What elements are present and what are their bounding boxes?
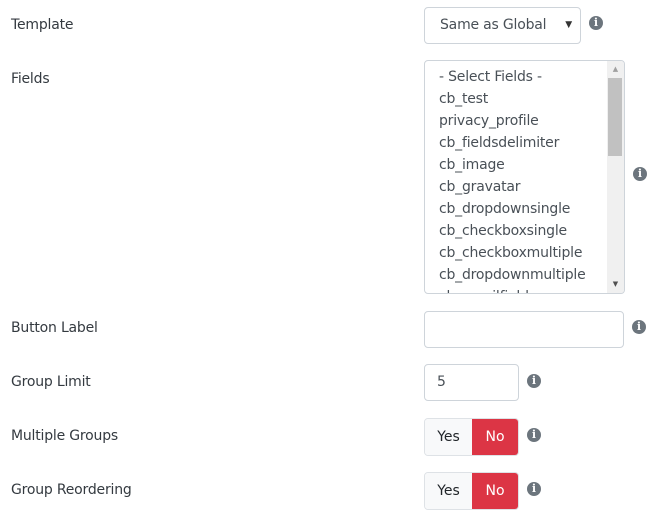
- group-reordering-label: Group Reordering: [11, 482, 132, 498]
- fields-option[interactable]: cb_dropdownsingle: [439, 198, 586, 220]
- button-label-label: Button Label: [11, 320, 98, 336]
- fields-options: - Select Fields - cb_test privacy_profil…: [439, 66, 586, 293]
- multiple-groups-yes-button[interactable]: Yes: [425, 419, 472, 455]
- multiple-groups-no-button[interactable]: No: [472, 419, 518, 455]
- group-reordering-toggle: Yes No: [424, 472, 519, 510]
- group-limit-value: 5: [437, 374, 446, 390]
- group-reordering-no-button[interactable]: No: [472, 473, 518, 509]
- fields-option[interactable]: cb_dropdownmultiple: [439, 264, 586, 286]
- scrollbar-thumb[interactable]: [608, 78, 622, 156]
- template-label: Template: [11, 17, 74, 33]
- fields-option[interactable]: cb_checkboxsingle: [439, 220, 586, 242]
- info-icon[interactable]: i: [589, 16, 603, 30]
- chevron-down-icon: ▼: [565, 20, 572, 30]
- multiple-groups-label: Multiple Groups: [11, 428, 118, 444]
- fields-option[interactable]: cb_test: [439, 88, 586, 110]
- info-icon[interactable]: i: [632, 320, 646, 334]
- fields-scrollbar[interactable]: ▲ ▼: [607, 61, 624, 293]
- template-select[interactable]: Same as Global ▼: [424, 7, 581, 44]
- template-selected-value: Same as Global: [440, 17, 547, 33]
- fields-multiselect[interactable]: - Select Fields - cb_test privacy_profil…: [424, 60, 625, 294]
- fields-option[interactable]: cb_emailfield: [439, 286, 586, 293]
- fields-option[interactable]: privacy_profile: [439, 110, 586, 132]
- fields-option[interactable]: cb_gravatar: [439, 176, 586, 198]
- group-reordering-yes-button[interactable]: Yes: [425, 473, 472, 509]
- info-icon[interactable]: i: [633, 167, 647, 181]
- info-icon[interactable]: i: [527, 482, 541, 496]
- multiple-groups-toggle: Yes No: [424, 418, 519, 456]
- multiple-groups-row: Multiple Groups: [0, 418, 660, 458]
- group-reordering-row: Group Reordering: [0, 472, 660, 512]
- fields-option[interactable]: cb_image: [439, 154, 586, 176]
- fields-option[interactable]: cb_fieldsdelimiter: [439, 132, 586, 154]
- scroll-down-arrow-icon[interactable]: ▼: [607, 276, 624, 293]
- group-limit-label: Group Limit: [11, 374, 91, 390]
- template-row: Template Same as Global ▼ i: [0, 0, 660, 50]
- info-icon[interactable]: i: [527, 428, 541, 442]
- button-label-input[interactable]: [424, 311, 624, 348]
- info-icon[interactable]: i: [527, 374, 541, 388]
- group-limit-input[interactable]: 5: [424, 364, 519, 401]
- fields-option[interactable]: - Select Fields -: [439, 66, 586, 88]
- fields-option[interactable]: cb_checkboxmultiple: [439, 242, 586, 264]
- fields-label: Fields: [11, 71, 50, 87]
- group-limit-row: Group Limit: [0, 364, 660, 404]
- scroll-up-arrow-icon[interactable]: ▲: [607, 61, 624, 78]
